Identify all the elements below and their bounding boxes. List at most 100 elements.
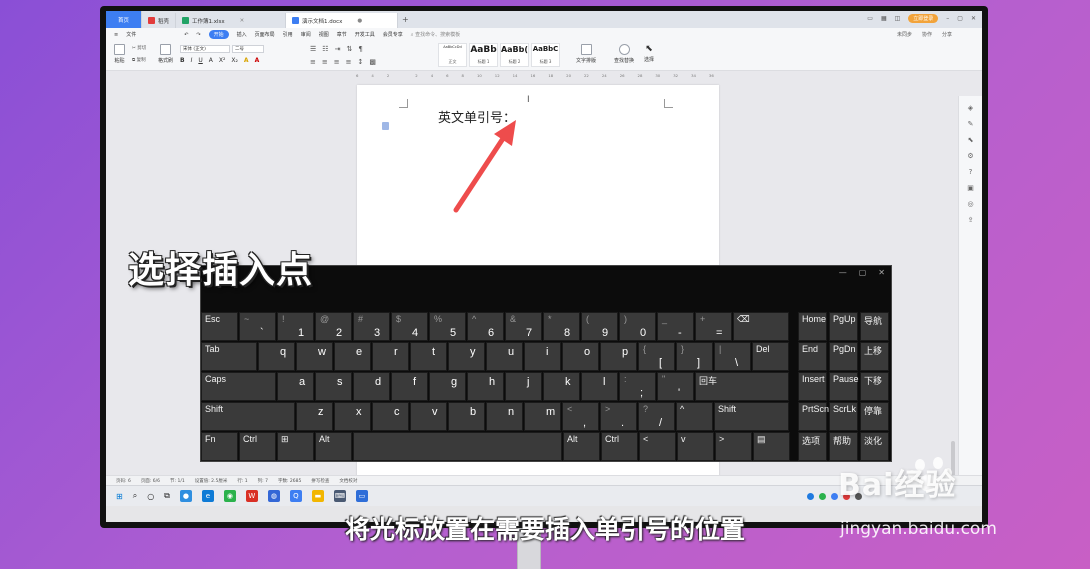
taskbar-search-icon[interactable]: ⌕ — [133, 491, 137, 501]
osk-key[interactable]: Alt — [563, 432, 600, 461]
spell-check-button[interactable]: 拼写检查 — [311, 478, 329, 484]
osk-key[interactable]: b — [448, 402, 485, 431]
osk-key[interactable] — [353, 432, 562, 461]
osk-key[interactable]: >. — [600, 402, 637, 431]
grid-icon[interactable]: ▦ — [881, 15, 887, 22]
format-painter-button[interactable]: 格式刷 — [158, 44, 173, 64]
paste-button[interactable]: 粘贴 — [114, 44, 125, 64]
osk-key[interactable]: p — [600, 342, 637, 371]
new-tab-icon[interactable]: + — [402, 15, 409, 24]
osk-key[interactable]: End — [798, 342, 827, 371]
align-left-icon[interactable]: ≡ — [310, 58, 316, 66]
tray-icon[interactable] — [831, 492, 838, 500]
osk-key[interactable]: v — [410, 402, 447, 431]
osk-key[interactable]: r — [372, 342, 409, 371]
osk-key[interactable]: ) 0 — [619, 312, 656, 341]
osk-key[interactable]: w — [296, 342, 333, 371]
osk-key[interactable]: z — [296, 402, 333, 431]
osk-key[interactable]: 导航 — [860, 312, 889, 341]
osk-key[interactable]: * 8 — [543, 312, 580, 341]
wps-icon[interactable]: W — [245, 490, 258, 502]
osk-key[interactable]: & 7 — [505, 312, 542, 341]
osk-key[interactable]: Shift — [714, 402, 789, 431]
tab-daoke[interactable]: 稻壳 — [142, 13, 177, 28]
browser-icon[interactable]: ◍ — [267, 490, 280, 502]
maximize-icon[interactable]: ▢ — [957, 15, 963, 22]
redo-icon[interactable]: ↷ — [196, 32, 200, 38]
line-spacing-icon[interactable]: ↕ — [358, 58, 364, 66]
osk-key[interactable]: Ctrl — [601, 432, 638, 461]
osk-key[interactable]: ⊞ — [277, 432, 314, 461]
strikethrough-button[interactable]: A — [209, 57, 213, 64]
osk-key[interactable]: @2 — [315, 312, 352, 341]
menu-member[interactable]: 会员专享 — [383, 31, 403, 38]
backup-icon[interactable]: ▣ — [967, 184, 974, 192]
osk-key[interactable]: t — [410, 342, 447, 371]
qq-browser-icon[interactable]: Q — [289, 490, 302, 502]
paragraph-marker-icon[interactable] — [382, 122, 389, 130]
osk-key[interactable]: d — [353, 372, 390, 401]
select-button[interactable]: ⬉ 选择 — [644, 44, 654, 63]
menu-start[interactable]: 开始 — [208, 30, 229, 39]
osk-key[interactable]: #3 — [353, 312, 390, 341]
osk-key[interactable]: q — [258, 342, 295, 371]
osk-key[interactable]: PrtScn — [798, 402, 829, 431]
keyboard-app-icon[interactable]: ⌨ — [333, 490, 346, 502]
osk-close-icon[interactable]: ✕ — [878, 268, 885, 277]
osk-key[interactable]: 停靠 — [860, 402, 889, 431]
help-icon[interactable]: ? — [969, 168, 973, 176]
tray-icon[interactable] — [819, 492, 826, 500]
superscript-button[interactable]: X² — [219, 57, 226, 64]
osk-key[interactable]: Esc — [201, 312, 238, 341]
osk-key[interactable]: 选项 — [798, 432, 827, 461]
bullets-icon[interactable]: ☰ — [310, 45, 316, 53]
osk-key[interactable]: ! 1 — [277, 312, 314, 341]
style-normal[interactable]: AaBbCcDd 正文 — [438, 43, 467, 67]
osk-key[interactable]: u — [486, 342, 523, 371]
osk-key[interactable]: " ' — [657, 372, 694, 401]
sync-status[interactable]: 未同步 — [897, 31, 912, 38]
osk-key[interactable]: i — [524, 342, 561, 371]
style-heading-2[interactable]: AaBb( 标题 2 — [500, 43, 529, 67]
menu-page-layout[interactable]: 页面布局 — [255, 31, 275, 38]
osk-key[interactable]: $4 — [391, 312, 428, 341]
osk-key[interactable]: k — [543, 372, 580, 401]
osk-key[interactable]: PgUp — [829, 312, 858, 341]
osk-key[interactable]: PgDn — [829, 342, 858, 371]
osk-key[interactable]: ? / — [638, 402, 675, 431]
osk-key[interactable]: s — [315, 372, 352, 401]
login-button[interactable]: 立即登录 — [908, 14, 939, 23]
osk-minimize-icon[interactable]: — — [839, 268, 847, 277]
menu-view[interactable]: 视图 — [319, 31, 329, 38]
font-name-select[interactable]: 宋体 (正文) — [180, 45, 230, 53]
osk-key[interactable]: ^ 6 — [467, 312, 504, 341]
show-marks-icon[interactable]: ¶ — [358, 45, 362, 53]
osk-key[interactable]: Fn — [201, 432, 238, 461]
osk-key[interactable]: ~ ` — [239, 312, 276, 341]
osk-key[interactable]: + = — [695, 312, 732, 341]
layout-icon[interactable]: ▭ — [867, 15, 873, 22]
osk-key[interactable]: 回车 — [695, 372, 789, 401]
osk-key[interactable]: % 5 — [429, 312, 466, 341]
tab-close-icon[interactable]: ● — [357, 18, 362, 24]
osk-key[interactable]: Ctrl — [239, 432, 276, 461]
osk-key[interactable]: Tab — [201, 342, 257, 371]
osk-key[interactable]: j — [505, 372, 542, 401]
osk-key[interactable]: ScrLk — [829, 402, 858, 431]
tab-close-icon[interactable]: ✕ — [240, 18, 245, 24]
osk-key[interactable]: Alt — [315, 432, 352, 461]
osk-key[interactable]: < — [639, 432, 676, 461]
copy-button[interactable]: ⧉ 复制 — [132, 57, 146, 63]
undo-icon[interactable]: ↶ — [184, 32, 188, 38]
osk-key[interactable]: Caps — [201, 372, 276, 401]
osk-key[interactable]: f — [391, 372, 428, 401]
align-right-icon[interactable]: ≡ — [334, 58, 340, 66]
osk-key[interactable]: Home — [798, 312, 827, 341]
osk-key[interactable]: ▤ — [753, 432, 790, 461]
sort-icon[interactable]: ⇅ — [346, 45, 352, 53]
menu-insert[interactable]: 插入 — [237, 31, 247, 38]
find-replace-button[interactable]: 查找替换 — [614, 44, 634, 64]
osk-maximize-icon[interactable]: ▢ — [859, 268, 867, 277]
osk-key[interactable]: Pause — [829, 372, 859, 401]
style-icon[interactable]: ◈ — [968, 104, 973, 112]
